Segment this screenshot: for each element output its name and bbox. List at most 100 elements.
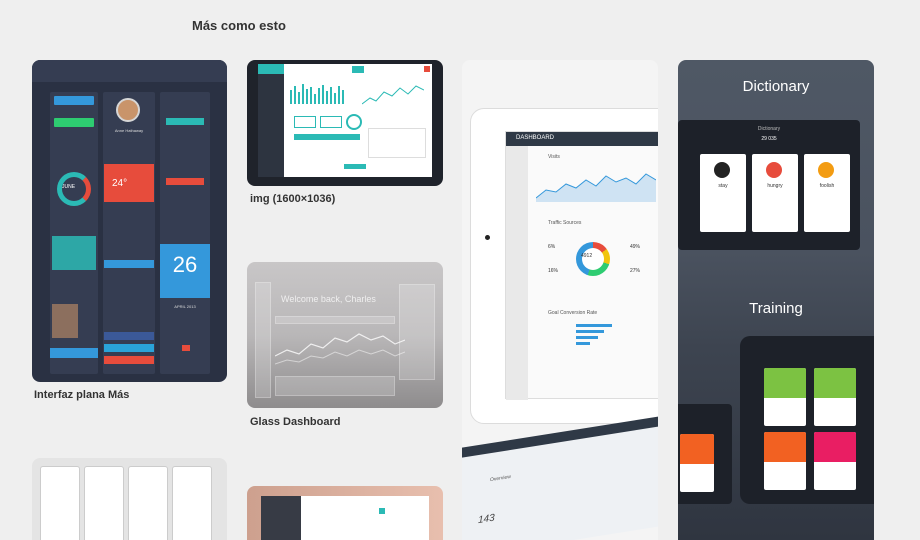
avatar xyxy=(116,98,140,122)
ipad-home-dot xyxy=(485,235,490,240)
dashboard-bar xyxy=(298,92,300,104)
social-buttons xyxy=(50,348,98,358)
pin-ipad-dashboard[interactable]: DASHBOARD Visits Traffic Sources 4912 6%… xyxy=(462,60,658,540)
dashboard-logo xyxy=(258,64,284,74)
phone-screen xyxy=(172,466,212,540)
calendar-selected-day xyxy=(182,345,190,351)
dictionary-card: stay xyxy=(700,154,746,232)
dashboard-bar xyxy=(342,90,344,104)
flat-ui-topbar xyxy=(32,60,227,82)
traffic-pct: 49% xyxy=(630,244,641,250)
pin-flat-ui[interactable]: JUNE Anne Hathaway 24° 26 APRIL 2013 xyxy=(32,60,227,382)
card-word: hungry xyxy=(767,183,783,189)
training-card xyxy=(680,434,714,492)
dashboard-bar xyxy=(294,86,296,104)
goal-bar xyxy=(576,330,604,333)
dashboard-bar xyxy=(306,89,308,104)
glass-footer xyxy=(275,376,395,396)
twitter-button xyxy=(104,344,154,352)
dashboard-bar xyxy=(290,90,292,104)
dashboard-bar xyxy=(322,85,324,104)
training-heading: Training xyxy=(749,300,803,317)
pin-caption[interactable]: Interfaz plana Más xyxy=(34,389,129,401)
overview-label: Overview xyxy=(490,473,511,484)
task-add-button xyxy=(379,508,385,514)
dashboard-line-chart xyxy=(362,85,424,105)
dictionary-device-title: Dictionary xyxy=(757,126,781,132)
dashboard-screen xyxy=(258,64,432,177)
traffic-donut xyxy=(576,242,610,276)
overview-number: 143 xyxy=(478,512,495,527)
dashboard-bar xyxy=(318,88,320,104)
dictionary-heading: Dictionary xyxy=(742,78,810,95)
flat-ui-month: JUNE xyxy=(62,184,76,190)
glass-right-panel xyxy=(399,284,435,380)
training-card xyxy=(814,432,856,490)
dashboard-close xyxy=(424,66,430,72)
task-sidebar xyxy=(261,496,301,540)
phone-screen xyxy=(40,466,80,540)
goal-label: Goal Conversion Rate xyxy=(548,310,598,316)
lower-tablet: Overview 143 xyxy=(462,415,658,540)
ipad-screen: DASHBOARD Visits Traffic Sources 4912 6%… xyxy=(505,131,658,400)
training-card xyxy=(814,368,856,426)
phone-screen xyxy=(84,466,124,540)
dashboard-bar xyxy=(310,87,312,104)
dashboard-box xyxy=(294,116,316,128)
task-window xyxy=(261,496,429,540)
goal-bar xyxy=(576,324,612,327)
visits-label: Visits xyxy=(548,154,560,160)
dictionary-card: hungry xyxy=(752,154,798,232)
dashboard-bar xyxy=(302,84,304,104)
dashboard-box xyxy=(320,116,342,128)
card-icon xyxy=(818,162,834,178)
dictionary-card: foolish xyxy=(804,154,850,232)
traffic-label: Traffic Sources xyxy=(548,220,582,226)
weather-temperature: 24° xyxy=(112,178,128,189)
dashboard-teal-strip xyxy=(294,134,360,140)
dashboard-bar xyxy=(326,91,328,104)
dashboard-progress xyxy=(344,164,366,169)
traffic-pct: 6% xyxy=(548,244,556,250)
flat-ui-right-column xyxy=(160,92,210,374)
flat-ui-teal-chart xyxy=(52,236,96,270)
card-word: foolish xyxy=(819,183,835,189)
glass-sidebar xyxy=(255,282,271,398)
traffic-pct: 27% xyxy=(630,268,641,274)
traffic-pct: 16% xyxy=(548,268,559,274)
pin-glass-dashboard[interactable]: Welcome back, Charles xyxy=(247,262,443,408)
ipad-header-title: DASHBOARD xyxy=(516,135,555,141)
training-card xyxy=(764,432,806,490)
facebook-button xyxy=(104,332,154,340)
pin-caption[interactable]: img (1600×1036) xyxy=(250,193,335,205)
ipad-header: DASHBOARD xyxy=(506,132,658,146)
card-icon xyxy=(714,162,730,178)
dashboard-circle xyxy=(346,114,362,130)
pin-task-manager[interactable] xyxy=(247,486,443,540)
signin-button xyxy=(166,178,204,185)
visits-chart xyxy=(536,173,656,202)
dashboard-bar xyxy=(334,93,336,104)
pin-dashboard-image[interactable] xyxy=(247,60,443,186)
goal-bar xyxy=(576,336,598,339)
subscribe-button xyxy=(166,118,204,125)
google-button xyxy=(104,356,154,364)
card-icon xyxy=(766,162,782,178)
pin-mobile-screens[interactable] xyxy=(32,458,227,540)
calendar-day: 26 xyxy=(172,252,198,277)
calendar-month: APRIL 2013 xyxy=(174,304,196,309)
training-card xyxy=(764,368,806,426)
goal-bar xyxy=(576,342,590,345)
dictionary-count: 29 035 xyxy=(761,136,777,142)
flat-ui-green-bar xyxy=(54,118,94,127)
donut-number: 4912 xyxy=(581,253,593,259)
card-word: stay xyxy=(718,183,728,189)
glass-line-chart xyxy=(275,333,405,365)
pin-caption[interactable]: Glass Dashboard xyxy=(250,416,340,428)
glass-welcome-text: Welcome back, Charles xyxy=(281,294,376,304)
blue-button xyxy=(104,260,154,268)
phone-screen xyxy=(128,466,168,540)
pin-dictionary-training[interactable]: Dictionary Dictionary 29 035 stay hungry… xyxy=(678,60,874,540)
ipad-sidebar xyxy=(506,146,528,400)
dashboard-bar xyxy=(338,86,340,104)
